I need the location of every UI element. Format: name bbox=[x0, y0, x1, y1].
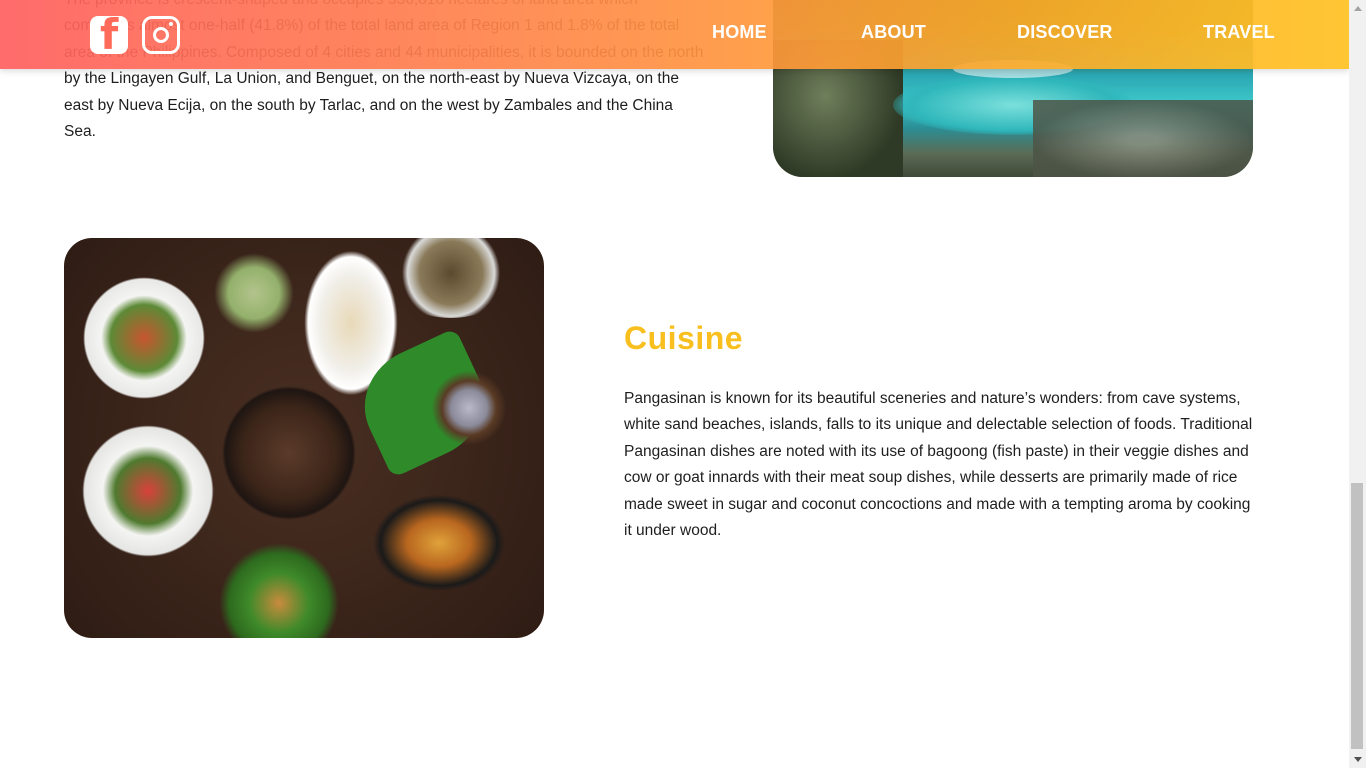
photo-plate bbox=[364, 488, 514, 598]
cuisine-photo bbox=[64, 238, 544, 638]
page-content: The province is crescent-shaped and occu… bbox=[0, 0, 1349, 768]
photo-plate bbox=[214, 378, 364, 528]
instagram-icon[interactable] bbox=[142, 16, 180, 54]
photo-glass bbox=[214, 243, 294, 343]
navbar: f HOME ABOUT DISCOVER TRAVEL bbox=[0, 0, 1349, 69]
cuisine-description: Pangasinan is known for its beautiful sc… bbox=[624, 390, 1253, 540]
nav-home[interactable]: HOME bbox=[712, 22, 767, 43]
photo-plate bbox=[78, 416, 218, 566]
nav-discover[interactable]: DISCOVER bbox=[1017, 22, 1113, 43]
photo-rock bbox=[1033, 100, 1253, 177]
photo-plate bbox=[204, 538, 354, 638]
instagram-lens bbox=[153, 27, 169, 43]
vertical-scrollbar[interactable] bbox=[1349, 0, 1366, 768]
facebook-glyph: f bbox=[100, 10, 119, 59]
scroll-up-arrow-icon[interactable] bbox=[1349, 0, 1366, 17]
photo-cup bbox=[424, 368, 514, 448]
instagram-dot bbox=[169, 22, 173, 26]
cuisine-heading: Cuisine bbox=[624, 320, 744, 356]
photo-plate bbox=[82, 266, 206, 410]
photo-plate bbox=[386, 238, 516, 318]
scroll-down-arrow-icon[interactable] bbox=[1349, 751, 1366, 768]
scroll-thumb[interactable] bbox=[1351, 483, 1363, 749]
nav-about[interactable]: ABOUT bbox=[861, 22, 926, 43]
nav-travel[interactable]: TRAVEL bbox=[1203, 22, 1275, 43]
facebook-icon[interactable]: f bbox=[90, 12, 128, 58]
